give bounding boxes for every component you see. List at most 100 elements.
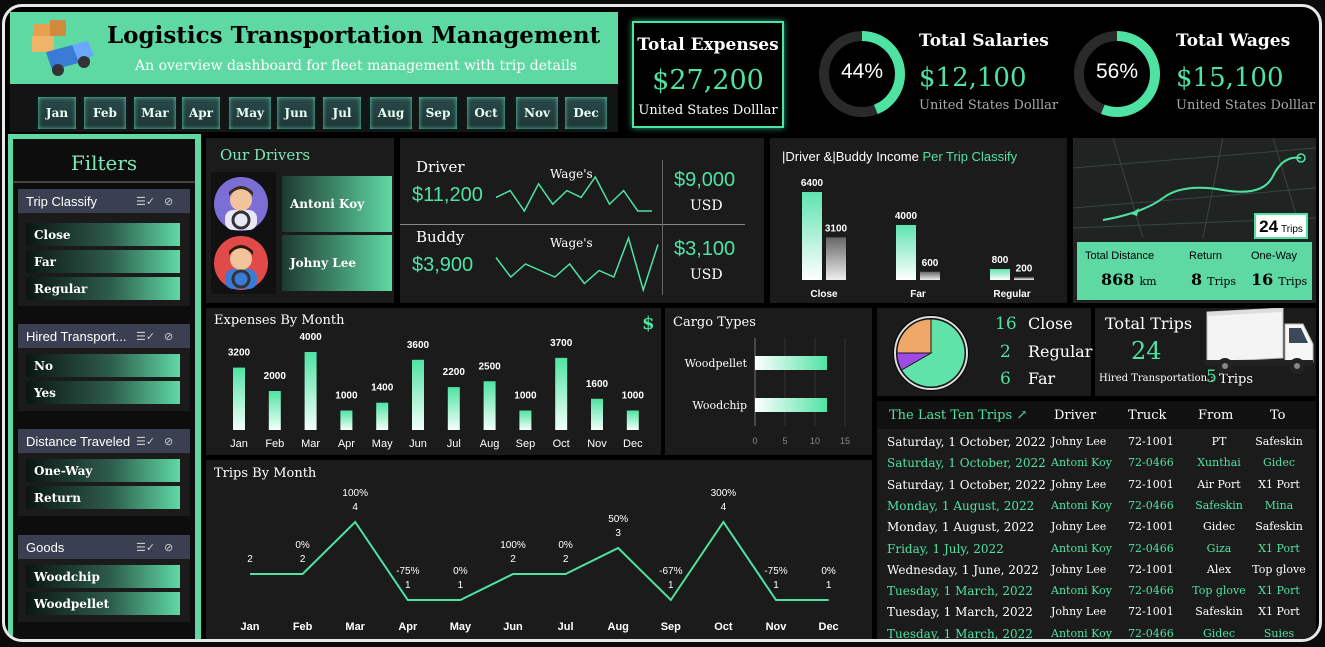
driver-name-card[interactable]: Antoni Koy	[282, 176, 392, 232]
slicer-hired-transport: Hired Transport... ☰✓ ⊘ No Yes	[18, 324, 190, 411]
expenses-bar-chart: 3200 Jan 2000 Feb 4000 Mar 1000 Apr 1400 May 3600 J…	[228, 332, 645, 450]
slicer-item-no[interactable]: No	[26, 354, 180, 377]
col-header-from: From	[1198, 408, 1234, 423]
last-trips-table: The Last Ten Trips ↗ Driver Truck From T…	[877, 401, 1316, 639]
month-button-aug[interactable]: Aug	[368, 95, 414, 131]
return-label: Return	[1189, 250, 1223, 262]
return-value-group: 8 Trips	[1191, 270, 1236, 289]
income-bar	[1014, 277, 1034, 280]
driver-wage-unit: USD	[690, 198, 723, 214]
table-row[interactable]: Monday, 1 August, 2022 Johny Lee 72-1001 Gi…	[877, 520, 1316, 541]
row-truck: 72-1001	[1128, 562, 1174, 576]
month-button-jun[interactable]: Jun	[275, 95, 317, 131]
row-driver: Johny Lee	[1051, 605, 1107, 619]
slicer-item-return[interactable]: Return	[26, 486, 180, 509]
slicer-item-one-way[interactable]: One-Way	[26, 459, 180, 482]
income-bar-label: 4000	[895, 211, 918, 222]
drivers-title: Our Drivers	[220, 146, 311, 164]
table-row[interactable]: Saturday, 1 October, 2022 Johny Lee 72-100…	[877, 478, 1316, 499]
month-button-sep[interactable]: Sep	[417, 95, 459, 131]
slicer-item-regular[interactable]: Regular	[26, 277, 180, 300]
table-row[interactable]: Tuesday, 1 March, 2022 Antoni Koy 72-0466 T…	[877, 584, 1316, 605]
table-row[interactable]: Tuesday, 1 March, 2022 Antoni Koy 72-0466 G…	[877, 627, 1316, 639]
external-link-icon[interactable]: ↗	[1016, 408, 1027, 423]
trips-value-label: 1	[405, 580, 411, 591]
expense-bar	[447, 387, 460, 430]
expense-month-label: Sep	[516, 438, 536, 450]
table-row[interactable]: Saturday, 1 October, 2022 Johny Lee 72-100…	[877, 435, 1316, 456]
trips-value-label: 2	[510, 554, 516, 565]
trips-month-label: Aug	[608, 621, 629, 633]
oneway-label: One-Way	[1251, 250, 1298, 262]
row-date: Friday, 1 July, 2022	[887, 541, 1004, 556]
row-driver: Antoni Koy	[1051, 584, 1112, 598]
row-driver: Johny Lee	[1051, 562, 1107, 576]
income-panel: |Driver &|Buddy Income Per Trip Classify…	[770, 138, 1067, 303]
expense-bar	[626, 410, 639, 430]
driver-name-card[interactable]: Johny Lee	[282, 235, 392, 291]
trips-value-label: 2	[300, 554, 306, 565]
slicer-item-woodchip[interactable]: Woodchip	[26, 565, 180, 588]
clear-filter-icon[interactable]: ⊘	[164, 330, 173, 343]
filters-divider	[13, 181, 195, 183]
classify-label-close: Close	[1028, 314, 1073, 333]
trips-pct-label: -67%	[659, 566, 682, 577]
buddy-wage-unit: USD	[690, 267, 723, 283]
month-button-apr[interactable]: Apr	[180, 95, 222, 131]
expense-bar	[304, 352, 317, 430]
table-row[interactable]: Wednesday, 1 June, 2022 Johny Lee 72-1001 A…	[877, 563, 1316, 584]
row-date: Monday, 1 August, 2022	[887, 498, 1035, 513]
row-from: Gidec	[1202, 520, 1236, 534]
trips-value-label: 2	[247, 554, 253, 565]
month-button-dec[interactable]: Dec	[563, 95, 609, 131]
row-date: Saturday, 1 October, 2022	[887, 435, 1046, 449]
multi-select-icon[interactable]: ☰✓	[136, 330, 155, 343]
slicer-item-woodpellet[interactable]: Woodpellet	[26, 592, 180, 615]
month-button-nov[interactable]: Nov	[514, 95, 560, 131]
row-date: Tuesday, 1 March, 2022	[887, 605, 1033, 620]
driver-wage-sparkline	[495, 175, 652, 213]
trips-line	[250, 520, 829, 602]
trips-value-label: 3	[615, 528, 621, 539]
driver-avatar-icon	[214, 236, 268, 290]
cargo-chart-title: Cargo Types	[673, 315, 756, 330]
row-from: Xunthai	[1197, 456, 1241, 470]
month-button-oct[interactable]: Oct	[465, 95, 507, 131]
table-row[interactable]: Saturday, 1 October, 2022 Antoni Koy 72-04…	[877, 456, 1316, 477]
distance-value: 868	[1101, 270, 1135, 289]
table-header: The Last Ten Trips ↗ Driver Truck From T…	[877, 401, 1316, 429]
col-header-to: To	[1270, 408, 1286, 423]
multi-select-icon[interactable]: ☰✓	[136, 541, 155, 554]
table-row[interactable]: Monday, 1 August, 2022 Antoni Koy 72-0466 S…	[877, 499, 1316, 520]
month-button-jul[interactable]: Jul	[321, 95, 363, 131]
clear-filter-icon[interactable]: ⊘	[164, 541, 173, 554]
return-value: 8	[1191, 270, 1203, 289]
trips-value-label: 4	[721, 502, 727, 513]
table-row[interactable]: Tuesday, 1 March, 2022 Johny Lee 72-1001 Sa…	[877, 605, 1316, 626]
table-row[interactable]: Friday, 1 July, 2022 Antoni Koy 72-0466 Giz…	[877, 542, 1316, 563]
expense-month-label: Jul	[447, 438, 461, 450]
slicer-item-yes[interactable]: Yes	[26, 381, 180, 404]
month-button-feb[interactable]: Feb	[82, 95, 128, 131]
income-bar-label: 3100	[825, 223, 848, 234]
month-button-may[interactable]: May	[227, 95, 273, 131]
trips-badge-value: 24	[1259, 217, 1279, 236]
clear-filter-icon[interactable]: ⊘	[164, 435, 173, 448]
expense-bar-label: 4000	[299, 332, 322, 343]
clear-filter-icon[interactable]: ⊘	[164, 195, 173, 208]
classify-count-regular: 2	[1000, 342, 1011, 362]
month-button-mar[interactable]: Mar	[132, 95, 178, 131]
trips-pct-label: 100%	[500, 540, 526, 551]
distance-label: Total Distance	[1085, 250, 1155, 262]
multi-select-icon[interactable]: ☰✓	[136, 195, 155, 208]
row-to: Safeskin	[1255, 520, 1303, 534]
distance-value-group: 868 km	[1101, 270, 1157, 289]
month-button-jan[interactable]: Jan	[36, 95, 78, 131]
expense-bar-label: 1000	[622, 391, 645, 402]
slicer-item-close[interactable]: Close	[26, 223, 180, 246]
cargo-category-label: Woodpellet	[685, 357, 748, 370]
row-from: Giza	[1206, 541, 1232, 555]
slicer-item-far[interactable]: Far	[26, 250, 180, 273]
multi-select-icon[interactable]: ☰✓	[136, 435, 155, 448]
slicer-title: Distance Traveled	[26, 433, 131, 449]
